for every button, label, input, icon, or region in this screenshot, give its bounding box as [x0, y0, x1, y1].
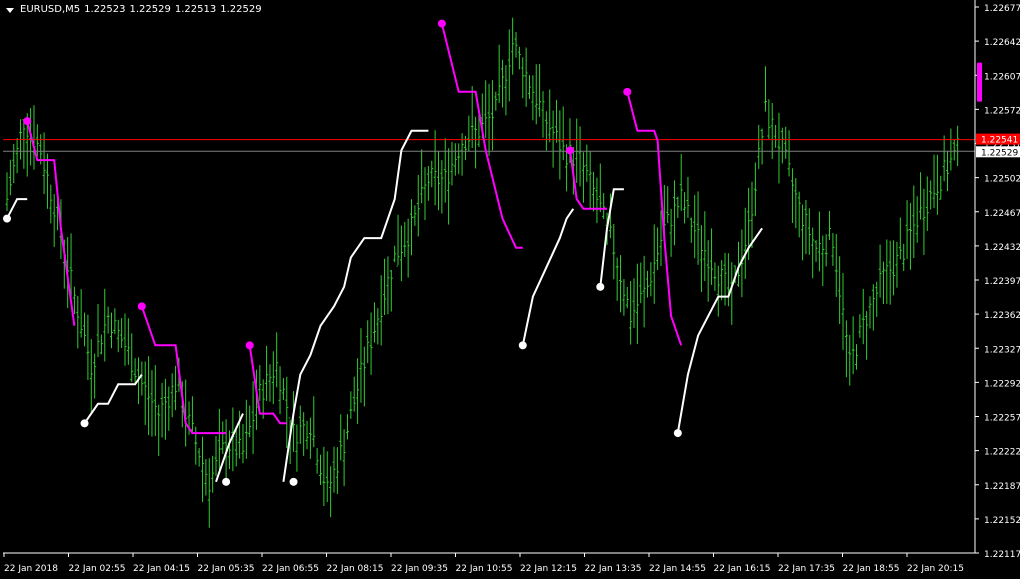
trail-start-dot-down — [137, 302, 146, 311]
trail-up-line — [676, 227, 763, 434]
trail-start-dot-up — [518, 341, 527, 350]
trail-start-dot-up — [596, 282, 605, 291]
y-tick-label: 1.22257 — [984, 414, 1020, 424]
x-tick-label: 22 Jan 2018 — [4, 564, 58, 574]
trail-up-line — [83, 374, 143, 424]
x-tick-label: 22 Jan 04:15 — [133, 564, 190, 574]
axis-layer: 1.226771.226421.226071.225721.225371.225… — [3, 0, 1020, 574]
x-tick-label: 22 Jan 10:55 — [456, 564, 513, 574]
trail-start-dot-down — [245, 341, 254, 350]
trail-start-dot-up — [673, 429, 682, 438]
x-tick-label: 22 Jan 12:15 — [520, 564, 577, 574]
chart-header: EURUSD,M5 1.22523 1.22529 1.22513 1.2252… — [6, 4, 262, 16]
x-tick-label: 22 Jan 17:35 — [778, 564, 835, 574]
x-tick-label: 22 Jan 02:55 — [69, 564, 126, 574]
y-tick-label: 1.22467 — [984, 209, 1020, 219]
low-value: 1.22513 — [174, 4, 217, 15]
y-tick-label: 1.22642 — [984, 38, 1020, 48]
bid-price-badge-text: 1.22529 — [981, 148, 1018, 158]
trail-up-line — [282, 129, 429, 482]
dropdown-triangle-icon[interactable] — [6, 7, 14, 13]
y-tick-label: 1.22502 — [984, 175, 1020, 185]
y-tick-label: 1.22362 — [984, 311, 1020, 321]
chart-scale-marker — [977, 62, 982, 102]
open-value: 1.22523 — [84, 4, 126, 15]
x-tick-label: 22 Jan 16:15 — [714, 564, 771, 574]
x-tick-label: 22 Jan 13:35 — [585, 564, 642, 574]
x-tick-label: 22 Jan 20:15 — [907, 564, 964, 574]
y-tick-label: 1.22187 — [984, 482, 1020, 492]
symbol-label: EURUSD,M5 — [20, 4, 81, 15]
trail-down-line — [248, 345, 287, 425]
y-tick-label: 1.22607 — [984, 72, 1020, 82]
trail-start-dot-up — [3, 214, 11, 223]
trail-start-dot-up — [80, 419, 89, 428]
y-tick-label: 1.22152 — [984, 516, 1020, 526]
trail-down-line — [140, 305, 227, 435]
trail-down-line — [440, 23, 523, 249]
x-tick-label: 22 Jan 08:15 — [327, 564, 384, 574]
ask-price-badge-text: 1.22541 — [981, 136, 1018, 146]
y-tick-label: 1.22572 — [984, 106, 1020, 116]
trail-up-line — [521, 208, 575, 346]
x-tick-label: 22 Jan 18:55 — [843, 564, 900, 574]
high-value: 1.22529 — [129, 4, 171, 15]
trail-down-line — [626, 91, 683, 346]
x-tick-label: 22 Jan 09:35 — [391, 564, 448, 574]
trail-start-dot-up — [222, 477, 231, 486]
price-chart[interactable]: 1.226771.226421.226071.225721.225371.225… — [0, 0, 1020, 579]
y-tick-label: 1.22117 — [984, 550, 1020, 560]
x-tick-label: 22 Jan 14:55 — [649, 564, 706, 574]
close-value: 1.22529 — [220, 4, 262, 15]
trail-start-dot-down — [623, 87, 632, 96]
y-tick-label: 1.22397 — [984, 277, 1020, 287]
trail-start-dot-down — [23, 117, 32, 126]
y-tick-label: 1.22292 — [984, 379, 1020, 389]
y-tick-label: 1.22327 — [984, 345, 1020, 355]
y-tick-label: 1.22432 — [984, 243, 1020, 253]
trail-up-line — [6, 198, 28, 220]
ohlc-bars-layer — [5, 17, 960, 528]
trail-start-dot-up — [289, 477, 298, 486]
chart-window[interactable]: 1.22677 1.22642 1.22607 1.22572 1.22537 1.225… — [0, 0, 1020, 579]
trail-start-dot-down — [437, 19, 446, 28]
x-tick-label: 22 Jan 05:35 — [198, 564, 255, 574]
trail-start-dot-down — [565, 146, 574, 155]
x-tick-label: 22 Jan 06:55 — [262, 564, 319, 574]
y-tick-label: 1.22677 — [984, 4, 1020, 14]
y-tick-label: 1.22222 — [984, 448, 1020, 458]
